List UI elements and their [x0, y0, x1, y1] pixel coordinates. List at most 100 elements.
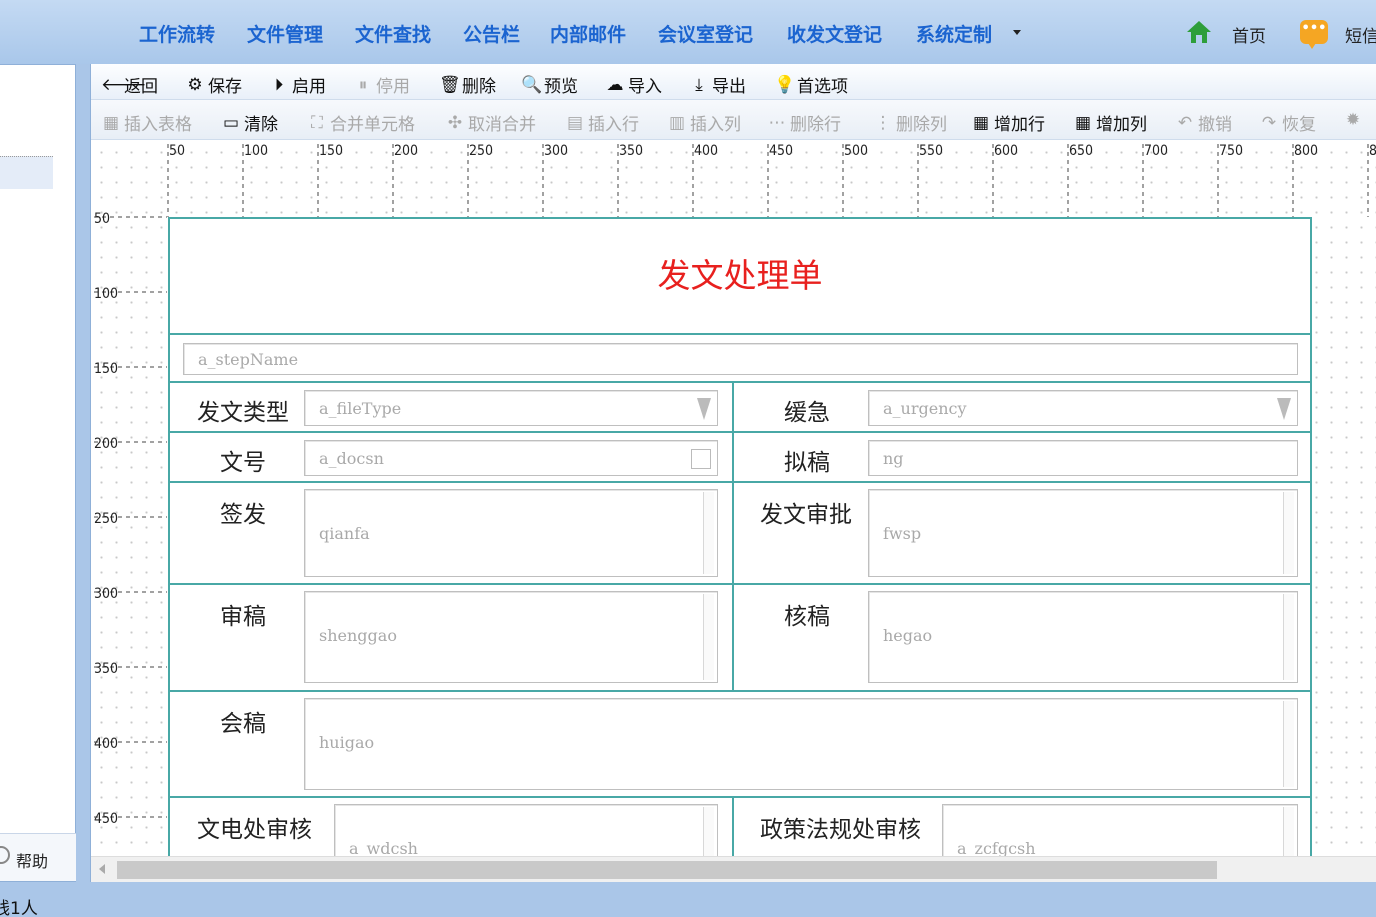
scroll-left-icon[interactable]	[99, 864, 105, 874]
help-button[interactable]: 帮助	[0, 833, 76, 881]
gear-icon: ⚙	[187, 74, 203, 95]
left-selected-item[interactable]	[0, 156, 53, 189]
draft-label: 拟稿	[784, 450, 830, 476]
redo-icon: ↷	[1261, 112, 1277, 133]
ruler-label-left: 200	[94, 436, 119, 452]
home-link[interactable]: 首页	[1232, 22, 1266, 47]
draft-field[interactable]: ng	[868, 440, 1298, 476]
docsn-row: 文号 a_docsn 拟稿 ng	[170, 433, 1310, 483]
nav-file-manage[interactable]: 文件管理	[247, 20, 323, 47]
ruler-label-top: 200	[394, 143, 419, 159]
back-button[interactable]: 🡐 返回	[101, 72, 158, 98]
bug-icon[interactable]: ✹	[1343, 110, 1366, 130]
delete-row-button[interactable]: ⋯ 删除行	[767, 110, 842, 136]
nav-bulletin[interactable]: 公告栏	[463, 20, 520, 47]
nav-file-search[interactable]: 文件查找	[355, 20, 431, 47]
file-type-label: 发文类型	[197, 400, 289, 426]
ruler-label-left: 400	[94, 736, 119, 752]
nav-meeting-room[interactable]: 会议室登记	[658, 20, 753, 47]
scroll-thumb[interactable]	[117, 861, 1217, 879]
check-label: 核稿	[784, 604, 830, 630]
sign-textarea[interactable]: qianfa	[304, 489, 718, 577]
ruler-label-left: 150	[94, 361, 119, 377]
trash-icon: 🗑	[439, 74, 461, 95]
ruler-label-top: 400	[694, 143, 719, 159]
sign-label: 签发	[220, 502, 266, 528]
cloud-upload-icon: ☁	[606, 74, 624, 95]
top-nav: 工作流转 文件管理 文件查找 公告栏 内部邮件 会议室登记 收发文登记 系统定制…	[0, 0, 1376, 64]
countersign-row: 会稿 huigao	[170, 692, 1310, 798]
table-toolbar: ▦ 插入表格 ▭ 清除 ⛶ 合并单元格 ✣ 取消合并 ▤ 插入行 ▥ 插入列 ⋯ 删除行 ⋮ 删…	[91, 100, 1376, 140]
check-textarea[interactable]: hegao	[868, 591, 1298, 683]
countersign-textarea[interactable]: huigao	[304, 698, 1298, 790]
ruler-label-top: 550	[919, 143, 944, 159]
message-link[interactable]: 短信	[1345, 22, 1376, 47]
delete-column-button[interactable]: ⋮ 删除列	[873, 110, 948, 136]
nav-doc-register[interactable]: 收发文登记	[787, 20, 882, 47]
add-row-button[interactable]: ▦ 增加行	[971, 110, 1045, 136]
export-button[interactable]: ⤓ 导出	[689, 72, 746, 98]
delete-button[interactable]: 🗑 删除	[439, 72, 496, 98]
nav-internal-mail[interactable]: 内部邮件	[550, 20, 626, 47]
review-textarea[interactable]: shenggao	[304, 591, 718, 683]
undo-icon: ↶	[1177, 112, 1193, 133]
clear-button[interactable]: ▭ 清除	[221, 110, 278, 136]
approval-textarea[interactable]: fwsp	[868, 489, 1298, 577]
horizontal-scrollbar[interactable]	[91, 856, 1376, 882]
unmerge-button[interactable]: ✣ 取消合并	[445, 110, 536, 136]
ruler-label-left: 350	[94, 661, 119, 677]
merge-cells-button[interactable]: ⛶ 合并单元格	[307, 110, 415, 136]
ruler-label-top: 50	[169, 143, 186, 159]
wdc-textarea[interactable]: a_wdcsh	[334, 804, 718, 856]
insert-row-button[interactable]: ▤ 插入行	[565, 110, 639, 136]
urgency-select[interactable]: a_urgency	[868, 390, 1298, 426]
approval-label: 发文审批	[760, 502, 852, 528]
ruler-label-top: 100	[244, 143, 269, 159]
ruler-label-top: 700	[1144, 143, 1169, 159]
insert-column-icon: ▥	[668, 112, 686, 133]
step-name-field[interactable]: a_stepName	[183, 343, 1298, 375]
insert-column-button[interactable]: ▥ 插入列	[667, 110, 741, 136]
import-button[interactable]: ☁ 导入	[605, 72, 663, 98]
step-row: a_stepName	[170, 335, 1310, 383]
insert-table-button[interactable]: ▦ 插入表格	[101, 110, 192, 136]
dots-vertical-icon: ⋮	[874, 112, 892, 133]
preferences-button[interactable]: 💡 首选项	[774, 72, 848, 98]
pause-circle-icon: ⏸	[358, 74, 368, 95]
title-row: 发文处理单	[170, 219, 1310, 335]
urgency-label: 缓急	[784, 400, 830, 426]
ruler-label-top: 150	[319, 143, 344, 159]
ruler-label-top: 600	[994, 143, 1019, 159]
design-canvas[interactable]: 50 100 150 200 250 300 350 400 450 500 550 600 650 70…	[91, 141, 1376, 856]
file-type-select[interactable]: a_fileType	[304, 390, 718, 426]
undo-button[interactable]: ↶ 撤销	[1175, 110, 1232, 136]
preview-button[interactable]: 🔍 预览	[521, 72, 578, 98]
add-column-button[interactable]: ▦ 增加列	[1073, 110, 1147, 136]
home-icon[interactable]	[1186, 20, 1212, 44]
status-bar: 线1人	[0, 884, 1376, 917]
ruler-label-left: 250	[94, 511, 119, 527]
table-icon: ▦	[102, 112, 120, 133]
ruler-label-left: 300	[94, 586, 119, 602]
help-icon	[0, 846, 10, 864]
disable-button[interactable]: ⏸ 停用	[353, 72, 410, 98]
rectangle-icon: ▭	[222, 112, 240, 133]
ruler-label-left: 450	[94, 811, 119, 827]
nav-system-custom[interactable]: 系统定制	[916, 20, 992, 47]
zcfg-textarea[interactable]: a_zcfgcsh	[942, 804, 1298, 856]
left-panel: 帮助	[0, 64, 76, 882]
ruler-label-top: 300	[544, 143, 569, 159]
review-label: 审稿	[220, 604, 266, 630]
ruler-label-left: 50	[94, 211, 111, 227]
search-icon: 🔍	[521, 74, 543, 95]
redo-button[interactable]: ↷ 恢复	[1259, 110, 1316, 136]
chevron-down-icon[interactable]	[1013, 30, 1021, 35]
checkbox-icon[interactable]	[691, 449, 711, 469]
save-button[interactable]: ⚙ 保存	[185, 72, 242, 98]
enable-button[interactable]: ⏵ 启用	[269, 72, 326, 98]
ruler-label-top: 650	[1069, 143, 1094, 159]
play-circle-icon: ⏵	[274, 74, 284, 95]
nav-workflow[interactable]: 工作流转	[139, 20, 215, 47]
chat-bubble-icon[interactable]: •••	[1300, 20, 1328, 49]
docsn-field[interactable]: a_docsn	[304, 440, 718, 476]
